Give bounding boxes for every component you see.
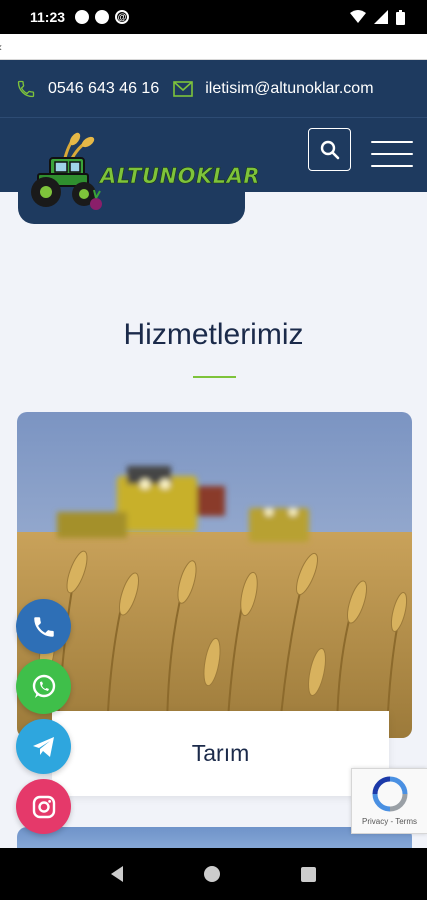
- mail-icon: [173, 80, 194, 97]
- phone-icon: [16, 79, 36, 99]
- signal-icon: [374, 10, 388, 24]
- search-icon: [320, 140, 339, 159]
- phone-link[interactable]: 0546 643 46 16: [16, 79, 159, 99]
- battery-icon: [396, 9, 405, 25]
- whatsapp-icon: [32, 674, 55, 698]
- section-title: Hizmetlerimiz: [123, 318, 304, 351]
- home-icon[interactable]: [203, 866, 220, 882]
- browser-url-bar[interactable]: ‹: [0, 34, 427, 60]
- phone-icon: [33, 616, 54, 637]
- hamburger-icon: [371, 165, 413, 167]
- whatsapp-button[interactable]: [16, 659, 71, 714]
- instagram-button[interactable]: [16, 779, 71, 834]
- email-address: iletisim@altunoklar.com: [205, 79, 374, 97]
- email-link[interactable]: iletisim@altunoklar.com: [173, 79, 374, 98]
- recaptcha-icon: [372, 776, 407, 812]
- tractor-logo-icon: [31, 132, 102, 210]
- wifi-icon: [350, 10, 366, 23]
- recaptcha-links[interactable]: Privacy - Terms: [362, 817, 417, 826]
- back-icon[interactable]: [110, 866, 123, 882]
- instagram-icon: [32, 795, 55, 818]
- status-time: 11:23: [30, 9, 66, 25]
- hamburger-icon: [371, 141, 413, 143]
- title-underline: [193, 376, 236, 378]
- recent-apps-icon[interactable]: [301, 866, 317, 882]
- contact-bar: 0546 643 46 16 iletisim@altunoklar.com: [0, 60, 427, 118]
- wheat-harvest-image: [17, 412, 412, 738]
- telegram-icon: [32, 736, 54, 757]
- data-saver-icon: @: [115, 10, 130, 24]
- status-bar: 11:23 @: [0, 0, 427, 34]
- phone-call-button[interactable]: [16, 599, 71, 654]
- chevron-icon: ‹: [0, 40, 2, 54]
- recaptcha-badge[interactable]: Privacy - Terms: [351, 768, 427, 834]
- telegram-button[interactable]: [16, 719, 71, 774]
- hamburger-icon: [371, 153, 413, 155]
- notification-icon: [75, 10, 90, 24]
- service-card-title[interactable]: Tarım: [52, 711, 389, 796]
- android-nav-bar: [0, 848, 427, 900]
- service-card-image[interactable]: [17, 412, 412, 738]
- hamburger-menu-button[interactable]: [371, 141, 413, 167]
- phone-number: 0546 643 46 16: [48, 79, 160, 97]
- logo-text: ALTUNOKLAR: [100, 164, 261, 189]
- logo-link[interactable]: ALTUNOKLAR: [18, 130, 260, 224]
- search-button[interactable]: [308, 128, 351, 171]
- notification-icon: [95, 10, 110, 24]
